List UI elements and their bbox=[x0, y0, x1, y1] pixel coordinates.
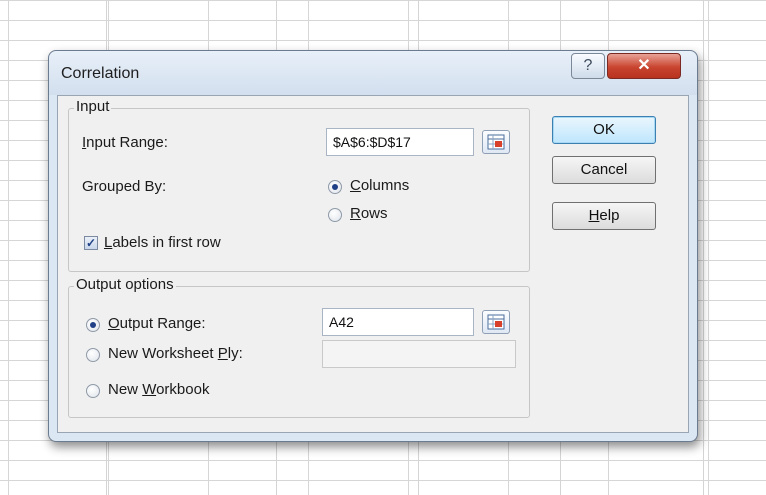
input-range-field[interactable]: $A$6:$D$17 bbox=[326, 128, 474, 156]
close-icon: ✕ bbox=[637, 57, 651, 74]
new-workbook-label[interactable]: New Workbook bbox=[108, 381, 209, 398]
labels-first-row-checkbox[interactable]: ✓ bbox=[84, 236, 98, 250]
output-group-legend: Output options bbox=[74, 276, 176, 293]
grouped-by-rows-label[interactable]: Rows bbox=[350, 205, 388, 222]
new-worksheet-ply-radio[interactable] bbox=[86, 348, 100, 362]
new-workbook-radio[interactable] bbox=[86, 384, 100, 398]
output-range-label[interactable]: Output Range: bbox=[108, 315, 206, 332]
question-icon: ? bbox=[583, 57, 593, 74]
output-range-radio[interactable] bbox=[86, 318, 100, 332]
grouped-by-columns-radio[interactable] bbox=[328, 180, 342, 194]
output-range-field[interactable]: A42 bbox=[322, 308, 474, 336]
input-range-label: Input Range: bbox=[82, 134, 168, 151]
grouped-by-rows-radio[interactable] bbox=[328, 208, 342, 222]
new-worksheet-ply-label[interactable]: New Worksheet Ply: bbox=[108, 345, 243, 362]
output-range-selector-button[interactable] bbox=[482, 310, 510, 334]
input-group-legend: Input bbox=[74, 98, 112, 115]
cancel-button[interactable]: Cancel bbox=[552, 156, 656, 184]
input-range-selector-button[interactable] bbox=[482, 130, 510, 154]
close-button[interactable]: ✕ bbox=[607, 53, 681, 79]
correlation-dialog: Correlation ? ✕ Input Input Range: $A$6:… bbox=[48, 50, 698, 442]
dialog-title: Correlation bbox=[61, 65, 140, 82]
range-selector-icon bbox=[487, 134, 505, 150]
range-selector-icon bbox=[487, 314, 505, 330]
title-bar: Correlation ? ✕ bbox=[49, 51, 697, 95]
ok-button[interactable]: OK bbox=[552, 116, 656, 144]
labels-first-row-label[interactable]: Labels in first row bbox=[104, 234, 221, 251]
grouped-by-label: Grouped By: bbox=[82, 178, 167, 195]
help-button[interactable]: Help bbox=[552, 202, 656, 230]
grouped-by-columns-label[interactable]: Columns bbox=[350, 177, 409, 194]
dialog-body: Input Input Range: $A$6:$D$17 Grouped By… bbox=[57, 95, 689, 433]
new-worksheet-ply-field[interactable] bbox=[322, 340, 516, 368]
title-help-button[interactable]: ? bbox=[571, 53, 605, 79]
